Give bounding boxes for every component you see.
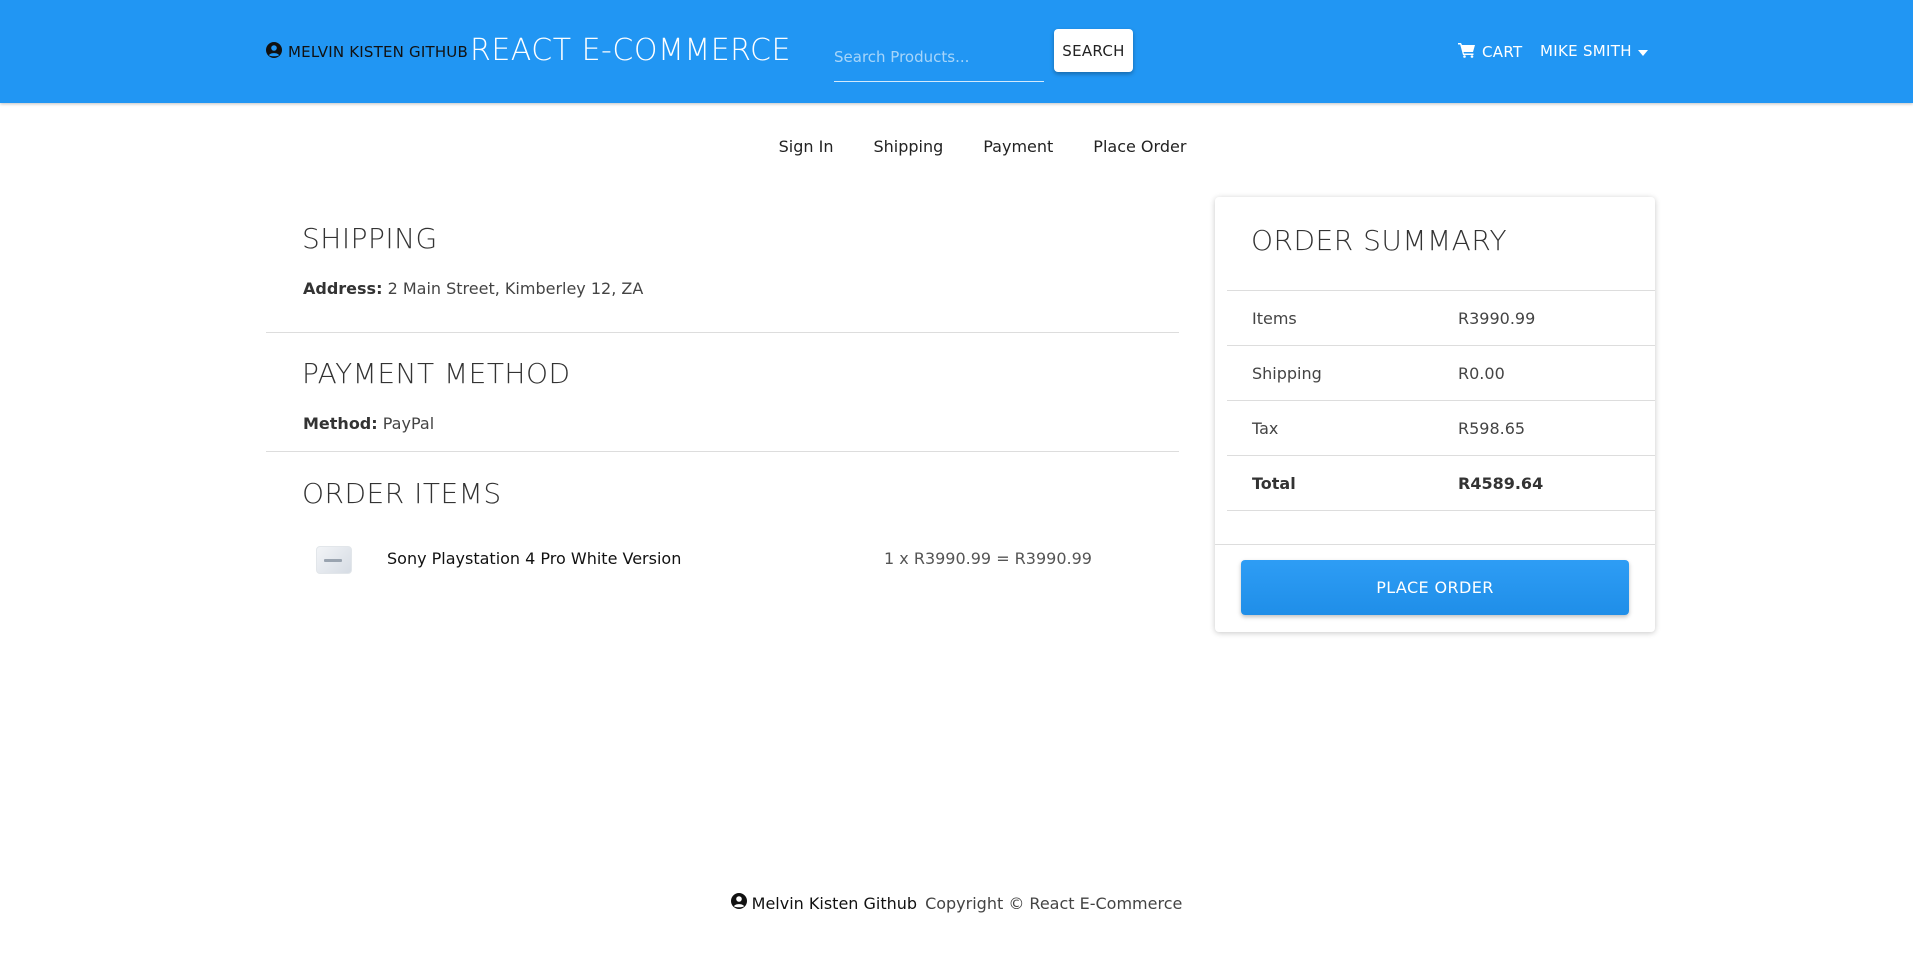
user-name: MIKE SMITH [1540, 42, 1632, 60]
address-value: 2 Main Street, Kimberley 12, ZA [387, 279, 644, 298]
search-field [834, 30, 1044, 82]
cart-label: CART [1482, 43, 1523, 61]
address-label: Address: [303, 279, 383, 298]
product-price-line: 1 x R3990.99 = R3990.99 [884, 549, 1092, 568]
summary-row-tax: Tax R598.65 [1227, 400, 1655, 455]
step-place-order[interactable]: Place Order [1073, 134, 1206, 159]
shipping-title: SHIPPING [302, 222, 438, 255]
summary-divider [1215, 544, 1655, 545]
summary-value: R4589.64 [1458, 474, 1544, 493]
summary-row-items: Items R3990.99 [1227, 290, 1655, 345]
copyright-text: Copyright © React E-Commerce [925, 893, 1183, 913]
summary-value: R598.65 [1458, 419, 1526, 438]
method-value: PayPal [382, 414, 435, 433]
footer-github-link[interactable]: Melvin Kisten Github [730, 893, 918, 913]
payment-method: Method: PayPal [303, 414, 434, 433]
step-shipping[interactable]: Shipping [853, 134, 963, 159]
shopping-cart-icon [1458, 42, 1476, 62]
footer-github-label: Melvin Kisten Github [751, 893, 918, 913]
navbar: MELVIN KISTEN GITHUB REACT E-COMMERCE SE… [0, 0, 1913, 103]
product-name-link[interactable]: Sony Playstation 4 Pro White Version [387, 549, 681, 568]
cart-link[interactable]: CART [1458, 42, 1522, 62]
user-circle-icon [730, 893, 747, 913]
summary-label: Items [1252, 309, 1297, 328]
section-divider [266, 451, 1179, 452]
order-items-title: ORDER ITEMS [302, 477, 502, 510]
summary-label: Tax [1252, 419, 1279, 438]
list-item: Sony Playstation 4 Pro White Version 1 x… [302, 544, 1092, 576]
summary-row-total: Total R4589.64 [1227, 455, 1655, 510]
section-divider [266, 332, 1179, 333]
github-link[interactable]: MELVIN KISTEN GITHUB [266, 42, 468, 62]
summary-row-shipping: Shipping R0.00 [1227, 345, 1655, 400]
summary-label: Total [1252, 474, 1296, 493]
method-label: Method: [303, 414, 378, 433]
search-input[interactable] [834, 30, 1044, 74]
order-summary-card: ORDER SUMMARY Items R3990.99 Shipping R0… [1215, 197, 1655, 632]
order-summary-title: ORDER SUMMARY [1251, 224, 1508, 257]
summary-value: R3990.99 [1458, 309, 1536, 328]
checkout-steps: Sign In Shipping Payment Place Order [0, 134, 1913, 159]
payment-method-title: PAYMENT METHOD [302, 357, 571, 390]
caret-down-icon [1637, 42, 1648, 60]
shipping-address: Address: 2 Main Street, Kimberley 12, ZA [303, 279, 643, 298]
step-sign-in[interactable]: Sign In [759, 134, 854, 159]
brand-title[interactable]: REACT E-COMMERCE [470, 33, 791, 68]
search-button[interactable]: SEARCH [1054, 29, 1133, 72]
place-order-button[interactable]: PLACE ORDER [1241, 560, 1629, 615]
step-payment[interactable]: Payment [963, 134, 1073, 159]
summary-value: R0.00 [1458, 364, 1505, 383]
summary-label: Shipping [1252, 364, 1322, 383]
user-menu-dropdown[interactable]: MIKE SMITH [1540, 42, 1648, 60]
footer: Melvin Kisten Github Copyright © React E… [0, 893, 1913, 913]
user-circle-icon [266, 42, 282, 62]
product-thumbnail [316, 546, 352, 574]
summary-divider [1227, 510, 1655, 511]
github-link-label: MELVIN KISTEN GITHUB [288, 43, 468, 61]
